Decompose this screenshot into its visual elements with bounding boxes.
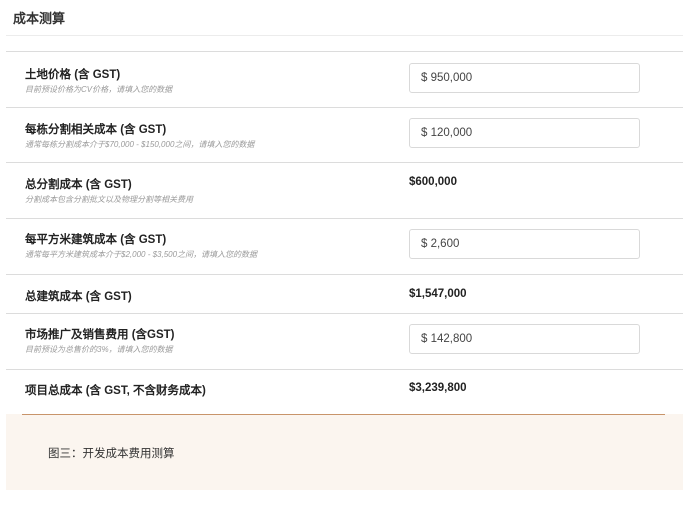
- table-row-total-subdivision-cost: 总分割成本 (含 GST) 分割成本包含分割批文以及物理分割等相关费用 $600…: [6, 163, 683, 219]
- total-subdivision-cost-value: $600,000: [409, 176, 457, 188]
- cost-table: 土地价格 (含 GST) 目前预设价格为CV价格，请填入您的数据 $ 950,0…: [6, 51, 683, 412]
- marketing-sales-cost-label: 市场推广及销售费用 (含GST): [25, 329, 175, 341]
- subdivision-cost-per-lot-hint: 通常每栋分割成本介于$70,000 - $150,000之间，请填入您的数据: [25, 140, 255, 149]
- table-row-total-build-cost: 总建筑成本 (含 GST) $1,547,000: [6, 275, 683, 314]
- land-price-input[interactable]: $ 950,000: [409, 63, 640, 93]
- total-subdivision-cost-hint: 分割成本包含分割批文以及物理分割等相关费用: [25, 195, 193, 204]
- total-subdivision-cost-label: 总分割成本 (含 GST): [25, 179, 132, 191]
- figure-caption: 图三：开发成本费用测算: [48, 448, 175, 460]
- table-row-marketing-sales-cost: 市场推广及销售费用 (含GST) 目前预设为总售价的3%，请填入您的数据 $ 1…: [6, 314, 683, 370]
- build-cost-per-sqm-input-value: $ 2,600: [421, 238, 460, 250]
- table-row-subdivision-cost-per-lot: 每栋分割相关成本 (含 GST) 通常每栋分割成本介于$70,000 - $15…: [6, 108, 683, 163]
- land-price-input-value: $ 950,000: [421, 72, 473, 84]
- build-cost-per-sqm-hint: 通常每平方米建筑成本介于$2,000 - $3,500之间，请填入您的数据: [25, 250, 258, 259]
- marketing-sales-cost-input[interactable]: $ 142,800: [409, 324, 640, 354]
- subdivision-cost-per-lot-label: 每栋分割相关成本 (含 GST): [25, 124, 167, 136]
- subdivision-cost-per-lot-input-value: $ 120,000: [421, 127, 473, 139]
- table-row-land-price: 土地价格 (含 GST) 目前预设价格为CV价格，请填入您的数据 $ 950,0…: [6, 52, 683, 108]
- total-build-cost-label: 总建筑成本 (含 GST): [25, 291, 132, 303]
- caption-accent-line: [22, 414, 665, 415]
- total-build-cost-value: $1,547,000: [409, 288, 467, 300]
- title-divider: [6, 35, 683, 36]
- land-price-hint: 目前预设价格为CV价格，请填入您的数据: [25, 85, 173, 94]
- build-cost-per-sqm-label: 每平方米建筑成本 (含 GST): [25, 234, 167, 246]
- land-price-label: 土地价格 (含 GST): [25, 69, 121, 81]
- build-cost-per-sqm-input[interactable]: $ 2,600: [409, 229, 640, 259]
- subdivision-cost-per-lot-input[interactable]: $ 120,000: [409, 118, 640, 148]
- project-total-cost-value: $3,239,800: [409, 382, 467, 394]
- marketing-sales-cost-hint: 目前预设为总售价的3%，请填入您的数据: [25, 345, 173, 354]
- project-total-cost-label: 项目总成本 (含 GST, 不含财务成本): [25, 385, 206, 397]
- figure-caption-box: 图三：开发成本费用测算: [6, 414, 683, 490]
- table-row-project-total-cost: 项目总成本 (含 GST, 不含财务成本) $3,239,800: [6, 370, 683, 412]
- marketing-sales-cost-input-value: $ 142,800: [421, 333, 473, 345]
- page-title: 成本测算: [13, 11, 66, 26]
- table-row-build-cost-per-sqm: 每平方米建筑成本 (含 GST) 通常每平方米建筑成本介于$2,000 - $3…: [6, 219, 683, 275]
